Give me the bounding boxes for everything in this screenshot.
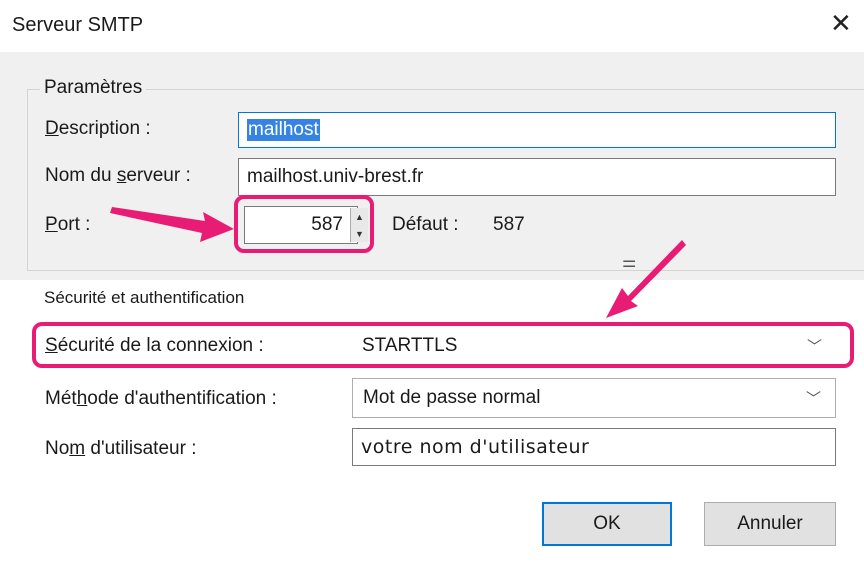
- ok-button[interactable]: OK: [542, 502, 672, 546]
- arrow-to-security: [606, 240, 686, 318]
- annotation-arrows: [110, 207, 686, 318]
- username-label: Nom d'utilisateur :: [45, 438, 197, 459]
- username-field[interactable]: votre nom d'utilisateur: [352, 428, 836, 466]
- arrow-to-port: [110, 207, 234, 242]
- auth-method-select[interactable]: Mot de passe normal ﹀: [352, 378, 836, 418]
- chevron-down-icon: ﹀: [805, 390, 821, 408]
- connection-security-highlight: [32, 322, 854, 368]
- security-heading: Sécurité et authentification: [44, 288, 245, 307]
- auth-method-label: Méthode d'authentification :: [45, 388, 277, 409]
- username-value: votre nom d'utilisateur: [361, 436, 590, 458]
- auth-method-value: Mot de passe normal: [363, 387, 541, 408]
- resize-grip-icon[interactable]: ⚌: [622, 252, 636, 272]
- cancel-button[interactable]: Annuler: [704, 502, 836, 546]
